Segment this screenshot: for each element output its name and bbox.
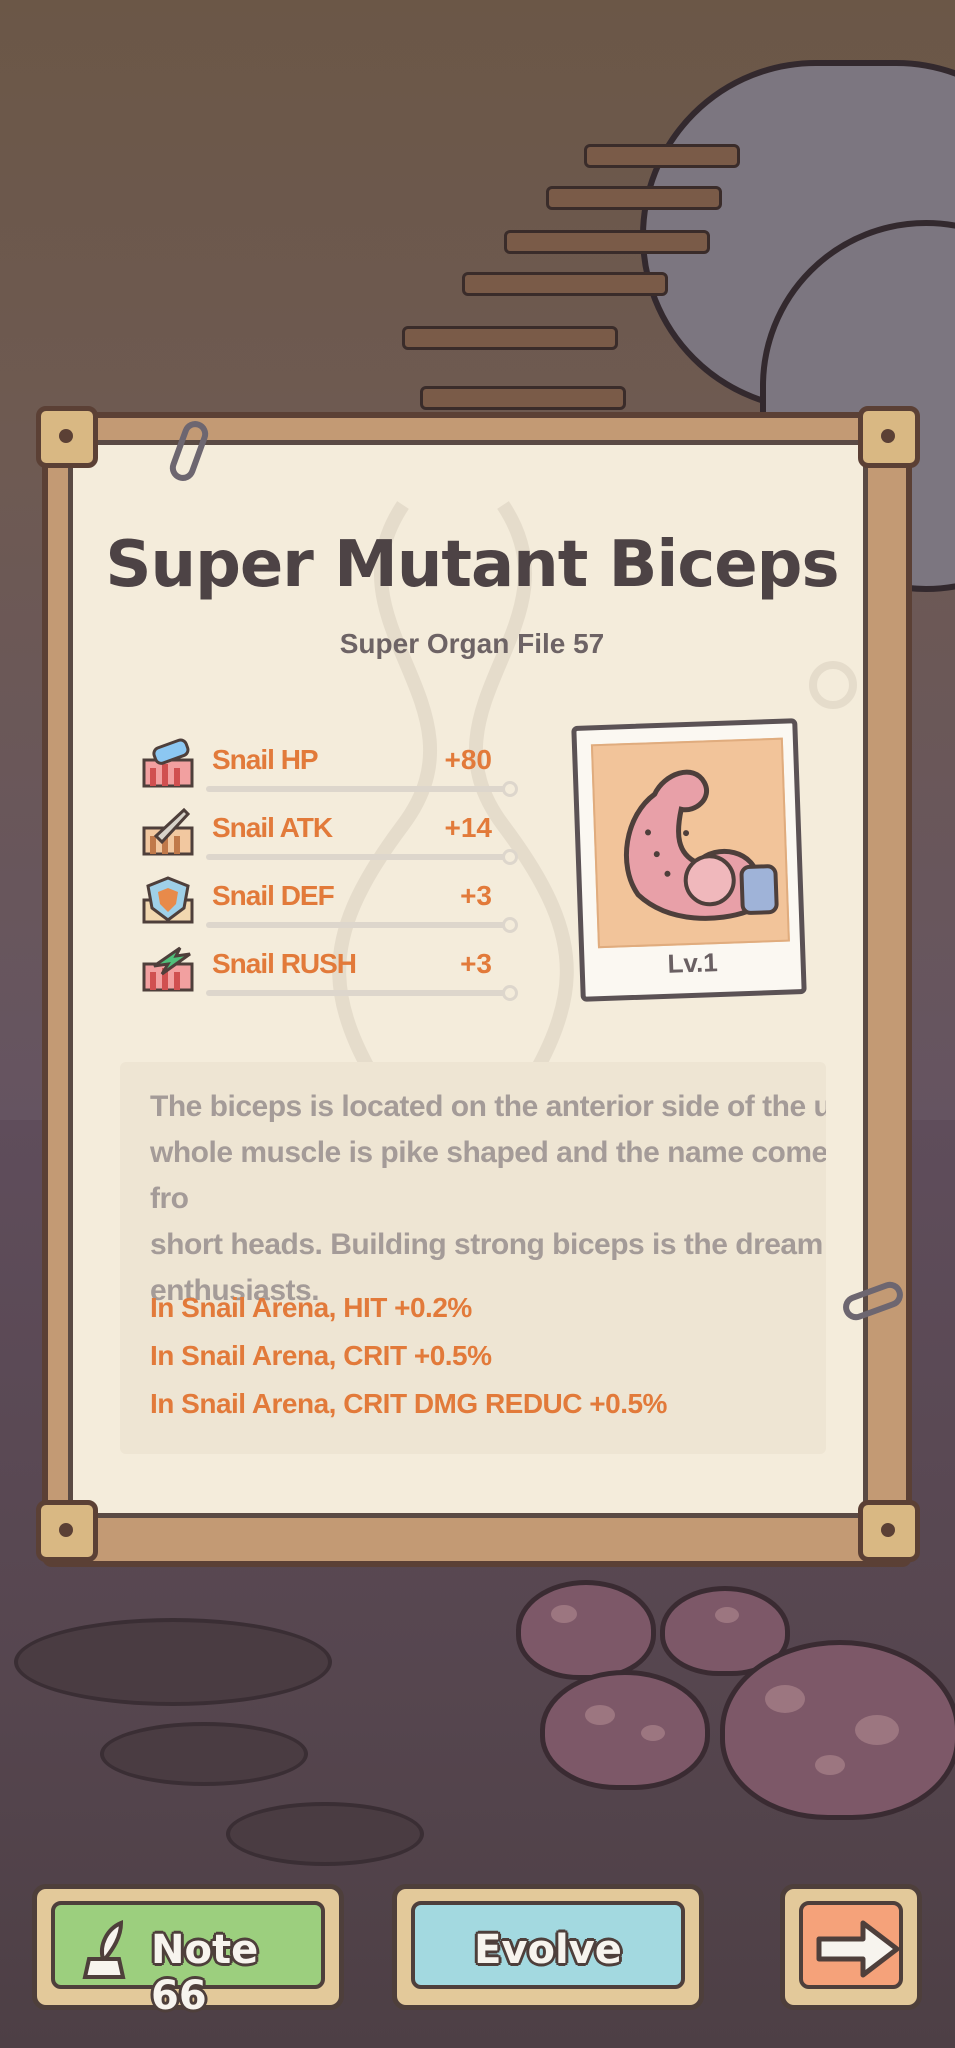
background-puddle	[14, 1618, 332, 1706]
organ-level: Lv.1	[667, 947, 719, 979]
stat-value: +80	[444, 744, 493, 775]
background-ladder-rung	[420, 386, 626, 410]
arena-bonus: In Snail Arena, HIT +0.2%	[150, 1292, 472, 1323]
note-button-label: Note 66	[151, 1927, 259, 2019]
background-mushroom	[540, 1670, 710, 1790]
arena-bonus: In Snail Arena, CRIT +0.5%	[150, 1340, 492, 1371]
background-puddle	[100, 1722, 308, 1786]
organ-photo-image	[590, 737, 790, 949]
card-corner-bracket	[858, 406, 920, 468]
background-ladder-rung	[462, 272, 668, 296]
right-arrow-icon	[816, 1920, 900, 1978]
evolve-button-label: Evolve	[474, 1927, 622, 1973]
rush-icon	[142, 946, 194, 992]
next-button-face	[799, 1901, 903, 1989]
stat-value: +14	[444, 812, 493, 843]
hp-icon	[142, 738, 194, 788]
stat-label: Snail DEF	[212, 880, 335, 911]
stat-divider	[206, 985, 518, 1001]
organ-title: Super Mutant Biceps	[105, 528, 839, 602]
background-ladder-rung	[546, 186, 722, 210]
quill-ink-icon	[82, 1919, 126, 1979]
shield-icon	[142, 876, 194, 924]
background-mushroom	[720, 1640, 955, 1820]
stat-row-rush: Snail RUSH +3	[140, 940, 520, 1001]
evolve-button-face: Evolve	[411, 1901, 685, 1989]
background-ladder-rung	[504, 230, 710, 254]
card-corner-bracket	[858, 1500, 920, 1562]
note-button-face: Note 66	[51, 1901, 325, 2019]
stat-row-atk: Snail ATK +14	[140, 804, 520, 865]
organ-subtitle: Super Organ File 57	[339, 628, 605, 659]
evolve-button[interactable]: Evolve	[392, 1884, 704, 2010]
organ-description: The biceps is located on the anterior si…	[150, 1090, 826, 1307]
organ-photo[interactable]: Lv.1	[571, 718, 807, 1002]
stat-row-hp: Snail HP +80	[140, 736, 520, 797]
stat-value: +3	[460, 880, 492, 911]
sword-icon	[142, 807, 194, 856]
stat-divider	[206, 917, 518, 933]
background-puddle	[226, 1802, 424, 1866]
stat-divider	[206, 849, 518, 865]
next-button[interactable]	[780, 1884, 922, 2010]
card-corner-bracket	[36, 1500, 98, 1562]
stat-label: Snail ATK	[212, 812, 333, 843]
organ-description-box[interactable]: The biceps is located on the anterior si…	[120, 1062, 826, 1454]
stat-divider	[206, 781, 518, 797]
stat-label: Snail RUSH	[212, 948, 357, 979]
background-mushroom	[516, 1580, 656, 1680]
background-ladder-rung	[584, 144, 740, 168]
note-button[interactable]: Note 66	[32, 1884, 344, 2019]
card-corner-bracket	[36, 406, 98, 468]
stat-label: Snail HP	[212, 744, 319, 775]
arena-bonus: In Snail Arena, CRIT DMG REDUC +0.5%	[150, 1388, 667, 1419]
background-ladder-rung	[402, 326, 618, 350]
stat-value: +3	[460, 948, 492, 979]
stat-row-def: Snail DEF +3	[140, 872, 520, 933]
flexed-arm-icon	[624, 769, 779, 921]
